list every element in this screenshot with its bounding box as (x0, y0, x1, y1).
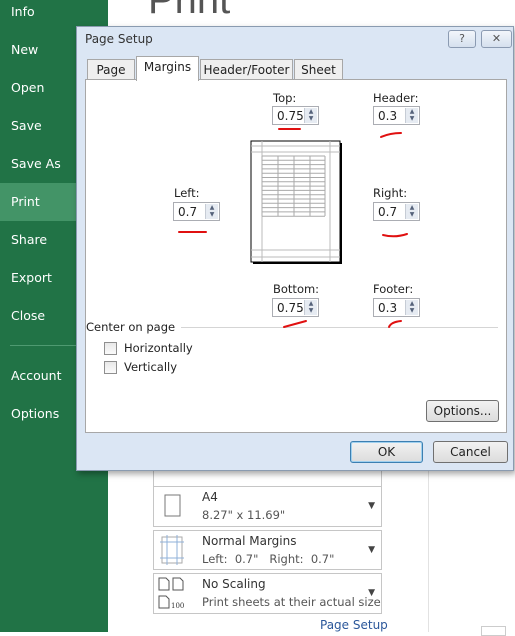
setting-subtitle: Print sheets at their actual size (202, 595, 381, 609)
right-value: 0.7 (378, 205, 398, 219)
close-button[interactable]: ✕ (481, 30, 512, 48)
tab-margins[interactable]: Margins (136, 56, 199, 81)
setting-subtitle: Left: 0.7" Right: 0.7" (202, 552, 335, 566)
header-value: 0.3 (378, 109, 398, 123)
scaling-icon: 100 (158, 577, 184, 610)
page-setup-dialog: Page Setup ? ✕ Page Margins Header/Foote… (76, 26, 514, 471)
spin-buttons[interactable]: ▲ ▼ (205, 204, 218, 219)
page-setup-link[interactable]: Page Setup (320, 618, 388, 632)
top-margin-input[interactable]: 0.75 ▲ ▼ (272, 106, 319, 125)
preview-divider (428, 470, 429, 632)
setting-paper-size[interactable]: A4 8.27" x 11.69" ▼ (153, 486, 382, 527)
vertically-checkbox[interactable] (104, 361, 117, 374)
tab-sheet[interactable]: Sheet (294, 59, 343, 80)
left-margin-input[interactable]: 0.7 ▲ ▼ (173, 202, 220, 221)
right-margin-input[interactable]: 0.7 ▲ ▼ (373, 202, 420, 221)
horizontally-checkbox[interactable] (104, 342, 117, 355)
setting-margins[interactable]: Normal Margins Left: 0.7" Right: 0.7" ▼ (153, 530, 382, 570)
right-label: Right: (373, 186, 408, 200)
spin-buttons[interactable]: ▲ ▼ (304, 108, 317, 123)
dropdown-arrow-icon: ▼ (368, 545, 375, 555)
horizontally-label[interactable]: Horizontally (124, 341, 193, 355)
footer-value: 0.3 (378, 301, 398, 315)
spin-buttons[interactable]: ▲ ▼ (405, 108, 418, 123)
spin-buttons[interactable]: ▲ ▼ (405, 204, 418, 219)
top-label: Top: (273, 91, 297, 105)
margins-panel: Top: 0.75 ▲ ▼ Header: 0.3 ▲ ▼ Left: 0.7 ▲ ▼ Ri… (85, 79, 507, 433)
ok-button[interactable]: OK (350, 441, 423, 463)
margins-icon (160, 535, 184, 565)
tab-header-footer[interactable]: Header/Footer (200, 59, 293, 80)
svg-text:100: 100 (171, 602, 184, 610)
preview-control[interactable] (481, 626, 506, 636)
left-value: 0.7 (178, 205, 198, 219)
group-divider (181, 327, 498, 328)
spin-buttons[interactable]: ▲ ▼ (304, 300, 317, 315)
footer-label: Footer: (373, 282, 414, 296)
spin-buttons[interactable]: ▲ ▼ (405, 300, 418, 315)
vertically-label[interactable]: Vertically (124, 360, 177, 374)
footer-margin-input[interactable]: 0.3 ▲ ▼ (373, 298, 420, 317)
setting-title: A4 (202, 490, 218, 504)
help-button[interactable]: ? (448, 30, 476, 48)
page-preview (250, 140, 342, 264)
header-label: Header: (373, 91, 419, 105)
bottom-label: Bottom: (273, 282, 320, 296)
setting-subtitle: 8.27" x 11.69" (202, 508, 286, 522)
header-margin-input[interactable]: 0.3 ▲ ▼ (373, 106, 420, 125)
bottom-value: 0.75 (277, 301, 304, 315)
cancel-button[interactable]: Cancel (433, 441, 508, 463)
dialog-title: Page Setup (85, 32, 153, 46)
dropdown-arrow-icon: ▼ (368, 501, 375, 511)
options-button[interactable]: Options... (426, 400, 499, 422)
dropdown-arrow-icon: ▼ (368, 588, 375, 598)
left-label: Left: (174, 186, 200, 200)
center-on-page-heading: Center on page (86, 320, 176, 334)
setting-scaling[interactable]: 100 No Scaling Print sheets at their act… (153, 573, 382, 614)
top-value: 0.75 (277, 109, 304, 123)
tab-page[interactable]: Page (87, 59, 135, 80)
setting-title: Normal Margins (202, 534, 297, 548)
bottom-margin-input[interactable]: 0.75 ▲ ▼ (272, 298, 319, 317)
paper-size-icon (164, 494, 181, 517)
page-title: Print (148, 0, 231, 22)
setting-title: No Scaling (202, 577, 266, 591)
